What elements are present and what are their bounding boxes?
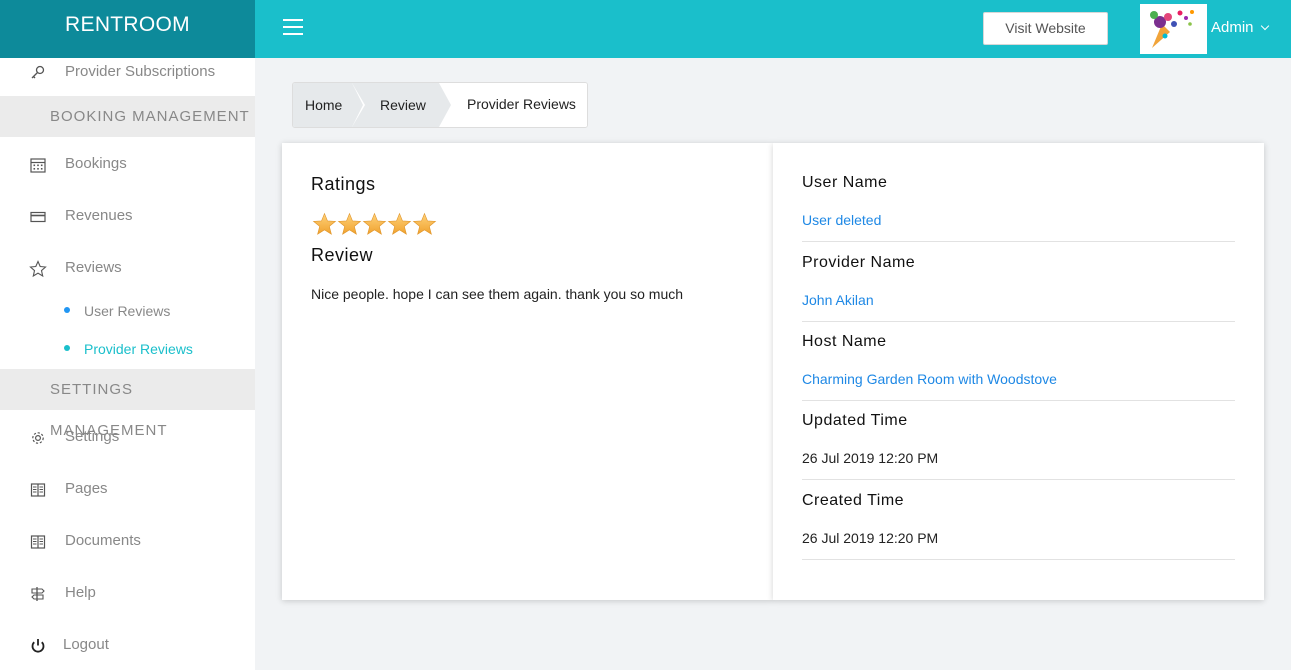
divider [802, 559, 1235, 560]
divider [802, 241, 1235, 242]
chevron-down-icon [1260, 21, 1269, 31]
star-filled-icon [412, 212, 437, 235]
sidebar-subitem-label: Provider Reviews [84, 341, 193, 357]
document-icon [29, 533, 47, 551]
sidebar-item-revenues[interactable]: Revenues [0, 202, 255, 232]
signpost-icon [29, 585, 47, 603]
star-filled-icon [387, 212, 412, 235]
breadcrumb-home[interactable]: Home [293, 83, 353, 127]
section-booking-management: BOOKING MANAGEMENT [0, 96, 255, 137]
divider [802, 400, 1235, 401]
star-filled-icon [337, 212, 362, 235]
divider [802, 321, 1235, 322]
updated-time-label: Updated Time [802, 412, 908, 429]
sidebar-item-label: Reviews [65, 259, 122, 276]
admin-menu[interactable]: Admin [1211, 19, 1269, 36]
bullet-icon [64, 345, 70, 351]
breadcrumb-separator [352, 83, 363, 127]
ratings-title: Ratings [311, 174, 376, 194]
sidebar-item-label: Bookings [65, 155, 127, 172]
star-filled-icon [362, 212, 387, 235]
admin-label: Admin [1211, 19, 1254, 36]
user-name-label: User Name [802, 174, 888, 191]
breadcrumb: Provider Reviews Review Home [292, 82, 588, 128]
star-outline-icon [29, 260, 47, 278]
sidebar-subitem-user-reviews[interactable]: User Reviews [0, 299, 255, 325]
bullet-icon [64, 307, 70, 313]
power-icon [29, 637, 47, 655]
created-time-value: 26 Jul 2019 12:20 PM [802, 530, 939, 546]
top-navbar: Visit Website Admin [255, 0, 1291, 58]
sidebar-item-pages[interactable]: Pages [0, 475, 255, 505]
sidebar-item-settings[interactable]: Settings [0, 423, 255, 453]
star-rating [312, 212, 437, 239]
review-card: Ratings Review Nice people. hope I can s… [282, 143, 773, 600]
avatar[interactable] [1140, 4, 1207, 54]
sidebar-item-logout[interactable]: Logout [0, 631, 255, 661]
credit-card-icon [29, 208, 47, 226]
star-filled-icon [312, 212, 337, 235]
sidebar-item-label: Provider Subscriptions [65, 63, 216, 80]
key-icon [29, 64, 47, 82]
host-name-link[interactable]: Charming Garden Room with Woodstove [802, 371, 1057, 387]
sidebar-item-bookings[interactable]: Bookings [0, 150, 255, 180]
created-time-label: Created Time [802, 492, 905, 509]
user-name-link[interactable]: User deleted [802, 212, 881, 228]
sidebar-item-label: Help [65, 584, 96, 601]
app-brand[interactable]: RENTROOM [0, 0, 255, 58]
sidebar-item-label: Logout [63, 636, 109, 653]
review-details-card: User Name User deleted Provider Name Joh… [773, 143, 1264, 600]
visit-website-button[interactable]: Visit Website [983, 12, 1108, 45]
calendar-icon [29, 156, 47, 174]
provider-name-link[interactable]: John Akilan [802, 292, 874, 308]
provider-name-label: Provider Name [802, 254, 916, 271]
menu-toggle-icon[interactable] [283, 19, 303, 35]
sidebar-item-provider-subscriptions[interactable]: Provider Subscriptions [0, 58, 255, 88]
book-icon [29, 481, 47, 499]
sidebar-subitem-provider-reviews[interactable]: Provider Reviews [0, 337, 255, 363]
sidebar-item-reviews[interactable]: Reviews [0, 254, 255, 284]
sidebar-item-label: Settings [65, 428, 120, 445]
review-title: Review [311, 245, 374, 265]
sidebar-item-label: Pages [65, 480, 108, 497]
breadcrumb-separator [439, 83, 451, 127]
breadcrumb-review[interactable]: Review [353, 83, 439, 127]
sidebar-subitem-label: User Reviews [84, 303, 171, 319]
updated-time-value: 26 Jul 2019 12:20 PM [802, 450, 939, 466]
sidebar-item-label: Documents [65, 532, 141, 549]
sidebar-item-help[interactable]: Help [0, 579, 255, 609]
sidebar-item-label: Revenues [65, 207, 133, 224]
sidebar: Provider Subscriptions BOOKING MANAGEMEN… [0, 58, 255, 670]
divider [802, 479, 1235, 480]
host-name-label: Host Name [802, 333, 887, 350]
gear-icon [29, 429, 47, 447]
sidebar-item-documents[interactable]: Documents [0, 527, 255, 557]
section-settings-management: SETTINGS MANAGEMENT [0, 369, 255, 439]
review-text: Nice people. hope I can see them again. … [311, 286, 684, 302]
breadcrumb-current: Provider Reviews [439, 83, 587, 127]
